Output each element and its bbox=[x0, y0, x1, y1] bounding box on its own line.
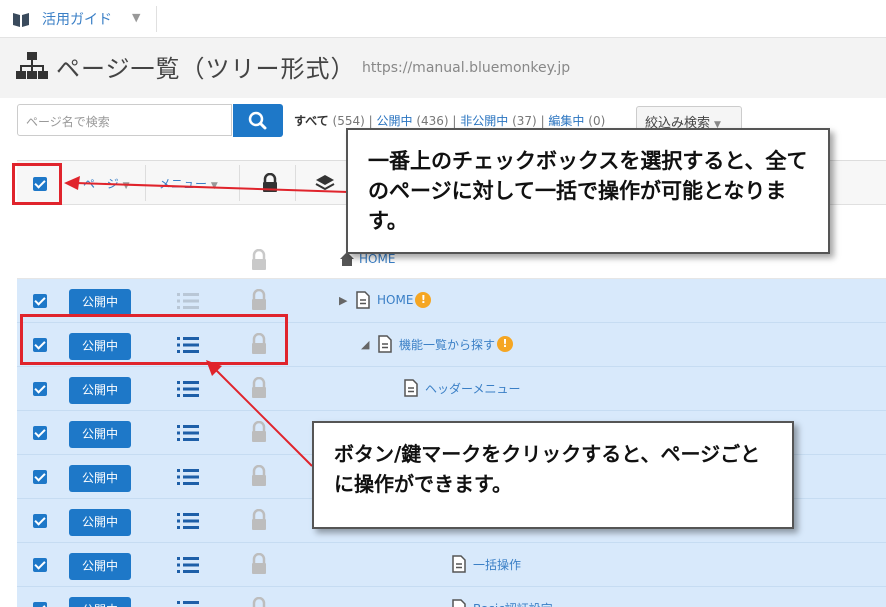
callout-row-controls: ボタン/鍵マークをクリックすると、ページごとに操作ができます。 bbox=[312, 421, 794, 529]
callout-select-all: 一番上のチェックボックスを選択すると、全てのページに対して一括で操作が可能となり… bbox=[346, 128, 830, 254]
